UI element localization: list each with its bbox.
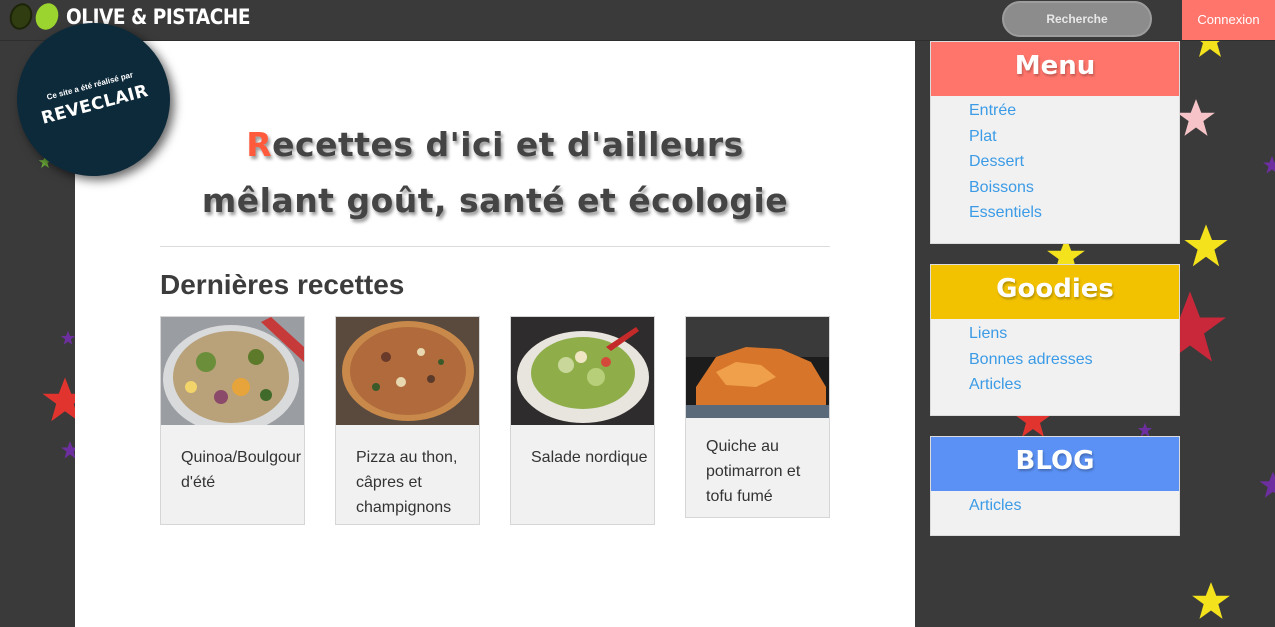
sidebar-item-blog-articles[interactable]: Articles — [969, 493, 1179, 519]
star-icon — [1192, 582, 1230, 619]
recipe-title[interactable]: Quinoa/Boulgour d'été — [161, 425, 304, 495]
recipe-image[interactable] — [161, 317, 304, 425]
sidebar-blog-panel: BLOG Articles — [930, 436, 1180, 536]
sidebar-item-plat[interactable]: Plat — [969, 124, 1179, 150]
sidebar-item-essentiels[interactable]: Essentiels — [969, 200, 1179, 226]
recipe-card[interactable]: Pizza au thon, câpres et champignons — [335, 316, 480, 525]
panel-header-menu: Menu — [931, 42, 1179, 96]
title-first-letter: R — [246, 125, 273, 164]
panel-header-blog: BLOG — [931, 437, 1179, 491]
sidebar-item-articles[interactable]: Articles — [969, 372, 1179, 398]
olive-icon — [32, 0, 62, 33]
recipe-image[interactable] — [511, 317, 654, 425]
divider — [160, 246, 830, 247]
goodies-list: Liens Bonnes adresses Articles — [931, 319, 1179, 408]
sidebar-item-liens[interactable]: Liens — [969, 321, 1179, 347]
page-title: Recettes d'ici et d'ailleurs mêlant goût… — [75, 117, 915, 229]
blog-list: Articles — [931, 491, 1179, 529]
recipe-title[interactable]: Salade nordique — [511, 425, 654, 470]
recipe-title[interactable]: Quiche au potimarron et tofu fumé — [686, 418, 829, 509]
title-line1: ecettes d'ici et d'ailleurs — [272, 125, 744, 164]
latest-recipes-title: Dernières recettes — [160, 269, 405, 300]
star-icon — [60, 330, 76, 345]
sidebar-item-bonnes-adresses[interactable]: Bonnes adresses — [969, 347, 1179, 373]
recipe-image[interactable] — [336, 317, 479, 425]
recipe-card[interactable]: Quiche au potimarron et tofu fumé — [685, 316, 830, 518]
main-content: Recettes d'ici et d'ailleurs mêlant goût… — [75, 41, 915, 627]
recipe-card[interactable]: Salade nordique — [510, 316, 655, 525]
sidebar-item-dessert[interactable]: Dessert — [969, 149, 1179, 175]
sidebar-menu-panel: Menu Entrée Plat Dessert Boissons Essent… — [930, 41, 1180, 244]
search-input[interactable] — [1002, 1, 1152, 37]
menu-list: Entrée Plat Dessert Boissons Essentiels — [931, 96, 1179, 236]
login-button[interactable]: Connexion — [1182, 0, 1275, 40]
star-icon — [1263, 156, 1275, 174]
star-icon — [1184, 224, 1228, 267]
sidebar-item-boissons[interactable]: Boissons — [969, 175, 1179, 201]
site-logo[interactable]: OLIVE & PISTACHE — [6, 0, 275, 33]
top-bar: OLIVE & PISTACHE Connexion — [0, 0, 1275, 41]
recipe-card[interactable]: Quinoa/Boulgour d'été — [160, 316, 305, 525]
olive-icon — [6, 0, 36, 33]
star-icon — [1177, 99, 1215, 136]
panel-header-goodies: Goodies — [931, 265, 1179, 319]
recipe-title[interactable]: Pizza au thon, câpres et champignons — [336, 425, 479, 520]
recipe-image[interactable] — [686, 317, 829, 418]
sidebar-item-entree[interactable]: Entrée — [969, 98, 1179, 124]
title-line2: mêlant goût, santé et écologie — [201, 181, 789, 220]
star-icon — [1259, 471, 1275, 498]
sidebar-goodies-panel: Goodies Liens Bonnes adresses Articles — [930, 264, 1180, 416]
